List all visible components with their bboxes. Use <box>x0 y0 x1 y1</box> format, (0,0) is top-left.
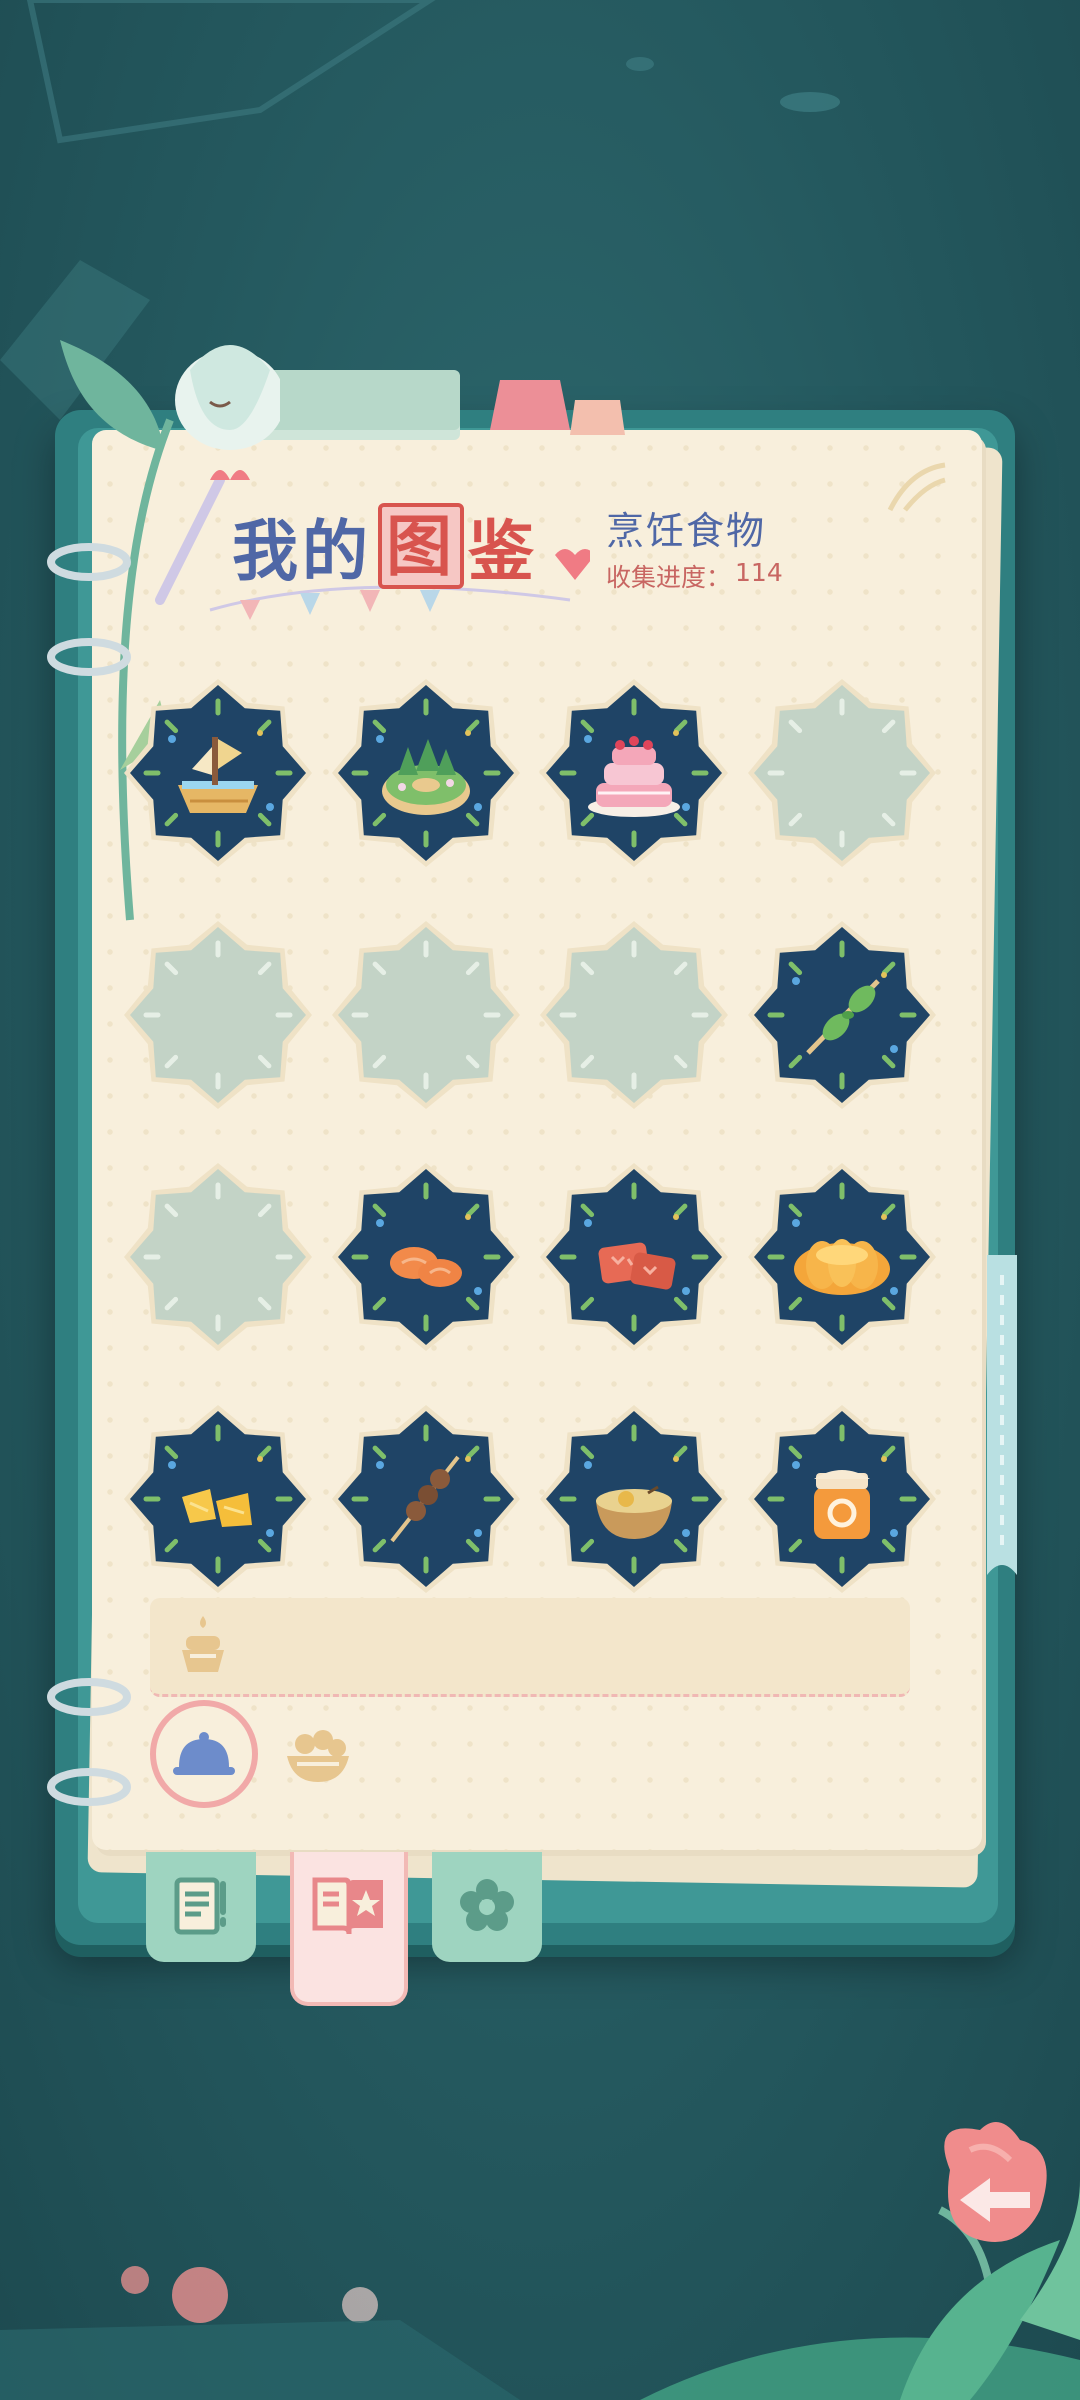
bottom-leaves <box>640 2180 1080 2400</box>
filter-cooked-food-button[interactable] <box>150 1700 258 1808</box>
tab-collection[interactable] <box>290 1852 408 2006</box>
collection-item-locked[interactable] <box>536 917 732 1113</box>
progress-value: 114 <box>735 558 783 587</box>
binder-ring-1 <box>47 543 131 581</box>
collection-item-pumpkin-pie[interactable] <box>744 1159 940 1355</box>
title-text-highlight: 图 <box>378 503 464 589</box>
note-icon <box>174 1877 226 1935</box>
side-ribbon <box>987 1255 1017 1575</box>
collection-item-matcha-donut[interactable] <box>328 675 524 871</box>
bread-basket-icon <box>287 1730 349 1782</box>
progress-label: 收集进度： <box>606 563 732 592</box>
category-label: 烹饪食物 <box>606 509 767 553</box>
collection-item-herb-skewer[interactable] <box>744 917 940 1113</box>
corner-ornament <box>887 462 946 512</box>
flower-icon <box>460 1879 514 1931</box>
serving-cloche-icon <box>173 1732 235 1775</box>
binder-ring-3 <box>47 1678 131 1716</box>
collection-item-locked[interactable] <box>120 917 316 1113</box>
small-cake-icon <box>182 1616 224 1672</box>
page-title: 我的 图 鉴 <box>232 498 538 594</box>
tab-tasks[interactable] <box>146 1852 256 1962</box>
collection-item-locked[interactable] <box>328 917 524 1113</box>
top-paper-tabs <box>220 370 625 440</box>
binder-ring-2 <box>47 638 131 676</box>
collection-item-yellow-candies[interactable] <box>120 1401 316 1597</box>
collection-item-locked[interactable] <box>120 1159 316 1355</box>
collection-item-meatball-skewer[interactable] <box>328 1401 524 1597</box>
collection-grid <box>120 675 950 1615</box>
collection-item-red-flower-cookies[interactable] <box>536 1159 732 1355</box>
collection-item-boat-cake[interactable] <box>120 675 316 871</box>
collection-item-locked[interactable] <box>744 675 940 871</box>
binder-ring-4 <box>47 1768 131 1806</box>
title-text-part2: 鉴 <box>468 512 538 590</box>
book-star-icon <box>312 1877 383 1935</box>
tab-flowers[interactable] <box>432 1852 542 1962</box>
selected-item-tray <box>150 1598 910 1697</box>
filter-ingredients-button[interactable] <box>278 1716 358 1796</box>
collection-item-orange-cookies[interactable] <box>328 1159 524 1355</box>
collection-item-soup-bowl[interactable] <box>536 1401 732 1597</box>
category-filter-row <box>150 1700 910 1820</box>
title-text-part1: 我的 <box>232 512 372 590</box>
orange-jam-jar-icon <box>814 1470 870 1539</box>
collection-progress: 收集进度： 114 <box>606 558 783 594</box>
collection-item-orange-jam-jar[interactable] <box>744 1401 940 1597</box>
collection-item-pink-layer-cake[interactable] <box>536 675 732 871</box>
